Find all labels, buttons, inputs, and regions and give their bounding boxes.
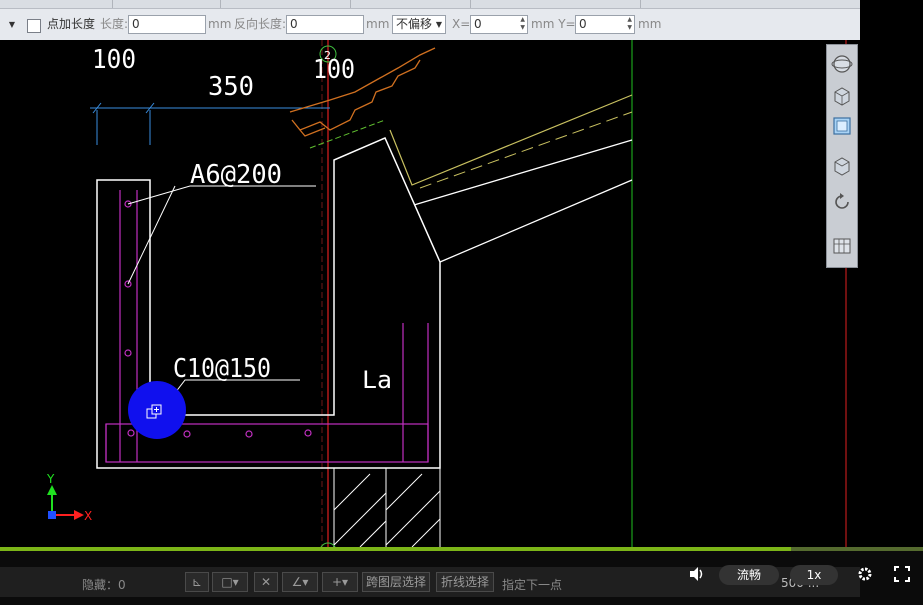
command-prompt: 指定下一点: [502, 578, 563, 592]
cross-layer-select-button[interactable]: 跨图层选择: [362, 572, 430, 592]
dim-text-100-right: 100: [313, 55, 355, 85]
axis-number-top: 2: [324, 49, 331, 62]
offset-select[interactable]: 不偏移 ▼: [392, 15, 446, 34]
3d-view-icon[interactable]: [831, 85, 853, 107]
volume-icon[interactable]: [688, 566, 706, 582]
reverse-length-label: 反向长度:: [234, 17, 287, 31]
add-length-label: 点加长度: [47, 17, 96, 31]
chevron-down-icon: ▼: [8, 20, 15, 29]
x-value: 0: [474, 17, 482, 31]
front-view-icon[interactable]: [831, 155, 853, 177]
spinner-icon[interactable]: ▲ ▼: [627, 16, 632, 32]
x-label: X=: [452, 17, 471, 31]
hidden-count: 隐藏：0: [82, 578, 126, 592]
crosshair-cursor-icon: [146, 404, 162, 419]
cross-button[interactable]: ✕: [254, 572, 278, 592]
add-length-checkbox[interactable]: [27, 19, 41, 33]
angle-button[interactable]: ∠▾: [282, 572, 318, 592]
ucs-y-label: Y: [46, 472, 55, 486]
property-toolbar: ▼ 点加长度 长度: 0 mm 反向长度: 0 mm 不偏移 ▼ X= 0 ▲ ▼…: [0, 9, 860, 41]
cad-canvas[interactable]: 100 350 100 A6@200 C10@150 La 2 2 Y X: [0, 40, 860, 547]
settings-gear-icon[interactable]: [857, 566, 873, 582]
offset-select-value: 不偏移: [396, 17, 433, 31]
rotate-icon[interactable]: [831, 191, 853, 213]
la-label: La: [362, 366, 392, 394]
view-toolbar: [826, 44, 858, 268]
top-view-icon[interactable]: [831, 115, 853, 137]
roof-slab: [309, 94, 633, 263]
rebar-label-c10: C10@150: [173, 354, 271, 384]
reverse-length-input[interactable]: 0: [286, 15, 364, 34]
player-strip: [0, 551, 923, 567]
roof-tiles: [289, 47, 436, 137]
dim-text-350: 350: [208, 72, 254, 102]
layer-grid-icon[interactable]: [831, 235, 853, 257]
y-input[interactable]: 0 ▲ ▼: [575, 15, 635, 34]
dim-text-100-left: 100: [92, 45, 136, 75]
orbit-icon[interactable]: [831, 53, 853, 75]
speed-button[interactable]: 1x: [790, 565, 838, 585]
fullscreen-icon[interactable]: [894, 566, 910, 582]
x-input[interactable]: 0 ▲ ▼: [470, 15, 528, 34]
mode-dropdown[interactable]: ▼: [0, 15, 18, 34]
hatch-pattern: [333, 468, 441, 547]
status-bar: 隐藏：0 ⊾ □▾ ✕ ∠▾ +▾ 跨图层选择 折线选择 指定下一点 500 .…: [0, 567, 923, 605]
length-unit: mm: [208, 17, 232, 31]
quality-button[interactable]: 流畅: [719, 565, 779, 585]
chevron-down-icon: ▼: [435, 20, 442, 29]
ortho-button[interactable]: ⊾: [185, 572, 209, 592]
dimension-lines: [90, 102, 330, 145]
spinner-icon[interactable]: ▲ ▼: [520, 16, 525, 32]
length-input[interactable]: 0: [128, 15, 206, 34]
polyline-select-button[interactable]: 折线选择: [436, 572, 494, 592]
length-label: 长度:: [100, 17, 129, 31]
y-unit: mm: [638, 17, 662, 31]
rebar-label-a6: A6@200: [190, 160, 282, 190]
ucs-x-label: X: [84, 509, 92, 523]
y-label: mm Y=: [531, 17, 576, 31]
reverse-length-unit: mm: [366, 17, 390, 31]
linewidth-button[interactable]: +▾: [322, 572, 358, 592]
menu-strip: [0, 0, 860, 9]
ucs-icon: Y X: [46, 472, 92, 523]
y-value: 0: [579, 17, 587, 31]
snap-button[interactable]: □▾: [212, 572, 248, 592]
